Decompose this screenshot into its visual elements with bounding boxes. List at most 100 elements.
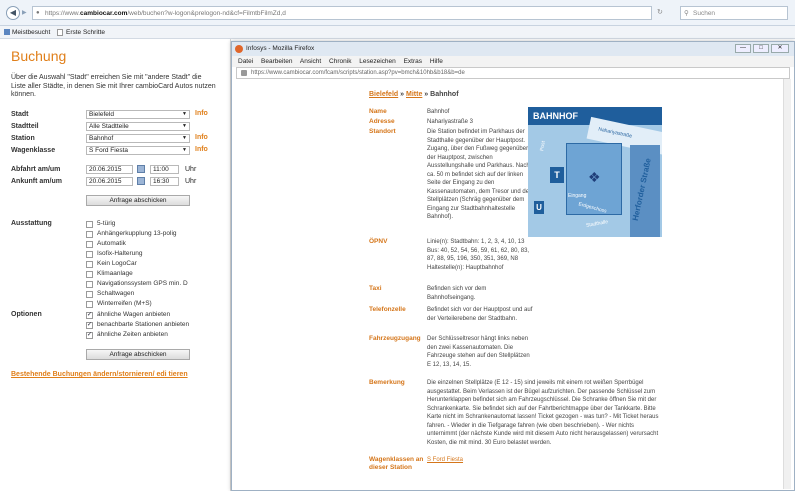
chevron-down-icon: ▼ <box>182 111 187 117</box>
bookmark-meistbesucht[interactable]: Meistbesucht <box>12 26 50 39</box>
station-info-link[interactable]: Info <box>195 134 208 141</box>
ankunft-time-input[interactable]: 16:30 <box>150 177 179 186</box>
maximize-icon[interactable]: □ <box>753 44 769 53</box>
chevron-down-icon: ▼ <box>182 135 187 141</box>
stadtteil-select[interactable]: Alle Stadtteile ▼ <box>86 122 190 131</box>
minimize-icon[interactable]: — <box>735 44 751 53</box>
stadt-label: Stadt <box>11 111 29 118</box>
breadcrumb-bielefeld[interactable]: Bielefeld <box>369 91 398 98</box>
ausstattung-checkbox[interactable] <box>86 221 93 228</box>
popup-menubar: Datei Bearbeiten Ansicht Chronik Lesezei… <box>232 56 794 67</box>
anfrage-button[interactable]: Anfrage abschicken <box>86 195 190 206</box>
calendar-icon[interactable] <box>137 177 145 185</box>
stadt-info-link[interactable]: Info <box>195 110 208 117</box>
menu-extras[interactable]: Extras <box>404 58 422 65</box>
taxi-label: Taxi <box>369 285 382 292</box>
optionen-checkbox[interactable]: ✓ <box>86 322 93 329</box>
ausstattung-checkbox[interactable] <box>86 291 93 298</box>
standort-label: Standort <box>369 128 396 135</box>
subway-icon: U <box>534 201 544 214</box>
wagenklassen-value[interactable]: S Ford Fiesta <box>427 456 535 465</box>
stadt-select[interactable]: Bielefeld ▼ <box>86 110 190 119</box>
stadt-value: Bielefeld <box>89 111 114 118</box>
parking-icon: T <box>550 167 564 183</box>
breadcrumb-sep: » <box>400 91 405 98</box>
stadtteil-label: Stadtteil <box>11 123 39 130</box>
breadcrumb-sep: » <box>424 91 429 98</box>
ausstattung-option-label: Winterreifen (M+S) <box>97 300 152 307</box>
menu-lesezeichen[interactable]: Lesezeichen <box>359 58 396 65</box>
wagenklasse-select[interactable]: S Ford Fiesta ▼ <box>86 146 190 155</box>
search-input[interactable]: ⚲ Suchen <box>680 6 788 20</box>
search-placeholder: Suchen <box>693 10 716 17</box>
ankunft-label: Ankunft am/um <box>11 178 62 185</box>
optionen-option-label: ähnliche Zeiten anbieten <box>97 331 168 338</box>
ausstattung-checkbox[interactable] <box>86 271 93 278</box>
ausstattung-option-label: 5-türig <box>97 220 116 227</box>
bookmarks-bar: Meistbesucht Erste Schritte <box>0 26 795 39</box>
ankunft-date-input[interactable]: 20.06.2015 <box>86 177 133 186</box>
ankunft-date-value: 20.06.2015 <box>89 178 122 185</box>
station-select[interactable]: Bahnhof ▼ <box>86 134 190 143</box>
calendar-icon[interactable] <box>137 165 145 173</box>
adresse-label: Adresse <box>369 118 395 125</box>
optionen-option-label: ähnliche Wagen anbieten <box>97 311 171 318</box>
station-value: Bahnhof <box>89 135 114 142</box>
abfahrt-time-input[interactable]: 11:00 <box>150 165 179 174</box>
taxi-value: Befinden sich vor dem Bahnhofseingang. <box>427 286 487 301</box>
fahrzeugzugang-label: Fahrzeugzugang <box>369 335 421 342</box>
car-icon: ❖ <box>588 169 601 185</box>
breadcrumb-bahnhof: Bahnhof <box>430 91 459 98</box>
booking-panel: Buchung Über die Auswahl "Stadt" erreich… <box>0 39 231 491</box>
ausstattung-checkbox[interactable] <box>86 301 93 308</box>
ausstattung-checkbox[interactable] <box>86 231 93 238</box>
ausstattung-option-label: Schaltwagen <box>97 290 135 297</box>
name-label: Name <box>369 108 387 115</box>
back-button[interactable]: ◀ <box>6 6 20 20</box>
page-title: Buchung <box>11 48 67 64</box>
popup-titlebar: Infosys - Mozilla Firefox — □ ✕ <box>232 42 794 56</box>
menu-bearbeiten[interactable]: Bearbeiten <box>261 58 292 65</box>
reload-icon[interactable]: ↻ <box>657 8 663 16</box>
menu-hilfe[interactable]: Hilfe <box>430 58 443 65</box>
menu-ansicht[interactable]: Ansicht <box>300 58 321 65</box>
abfahrt-date-input[interactable]: 20.06.2015 <box>86 165 133 174</box>
ausstattung-checkbox[interactable] <box>86 261 93 268</box>
bookmark-page-icon <box>57 29 63 36</box>
stadtteil-value: Alle Stadtteile <box>89 123 129 130</box>
address-bar[interactable]: ● https://www.cambiocar.com/web/buchen?w… <box>32 6 652 20</box>
map-title: BAHNHOF <box>533 111 578 121</box>
optionen-checkbox[interactable]: ✓ <box>86 312 93 319</box>
oepnv-label: ÖPNV <box>369 238 388 245</box>
menu-chronik[interactable]: Chronik <box>329 58 351 65</box>
ausstattung-checkbox[interactable] <box>86 251 93 258</box>
popup-title: Infosys - Mozilla Firefox <box>246 45 315 52</box>
popup-scrollbar[interactable] <box>783 79 791 489</box>
browser-toolbar: ◀ ▶ ● https://www.cambiocar.com/web/buch… <box>0 0 795 26</box>
edit-bookings-link[interactable]: Bestehende Buchungen ändern/stornieren/ … <box>11 371 188 378</box>
ausstattung-option-label: Automatik <box>97 240 126 247</box>
popup-url-bar[interactable]: https://www.cambiocar.com/fcam/scripts/s… <box>236 67 790 79</box>
anfrage-button-2[interactable]: Anfrage abschicken <box>86 349 190 360</box>
ausstattung-checkbox[interactable] <box>86 281 93 288</box>
oepnv-value: Linie(n): Stadtbahn: 1, 2, 3, 4, 10, 13 … <box>427 239 530 271</box>
wagenklasse-info-link[interactable]: Info <box>195 146 208 153</box>
menu-datei[interactable]: Datei <box>238 58 253 65</box>
ankunft-uhr: Uhr <box>185 178 197 185</box>
search-icon: ⚲ <box>684 10 689 17</box>
abfahrt-date-value: 20.06.2015 <box>89 166 122 173</box>
optionen-checkbox[interactable]: ✓ <box>86 332 93 339</box>
close-icon[interactable]: ✕ <box>771 44 789 53</box>
url-rest: /web/buchen?w-logon&prelogon-nd&cf=Filmt… <box>127 10 286 17</box>
ausstattung-option-label: Anhängerkupplung 13-polig <box>97 230 177 237</box>
forward-icon[interactable]: ▶ <box>22 9 27 16</box>
standort-value: Die Station befindet im Parkhaus der Sta… <box>427 129 533 220</box>
booking-intro: Über die Auswahl "Stadt" erreichen Sie m… <box>11 74 216 98</box>
breadcrumb-mitte[interactable]: Mitte <box>406 91 422 98</box>
map-label-stadthalle: Stadthalle <box>585 219 609 229</box>
bookmark-erste-schritte[interactable]: Erste Schritte <box>66 26 105 39</box>
url-domain: cambiocar.com <box>80 10 128 17</box>
ausstattung-checkbox[interactable] <box>86 241 93 248</box>
ausstattung-option-label: Klimaanlage <box>97 270 133 277</box>
optionen-option-label: benachbarte Stationen anbieten <box>97 321 190 328</box>
